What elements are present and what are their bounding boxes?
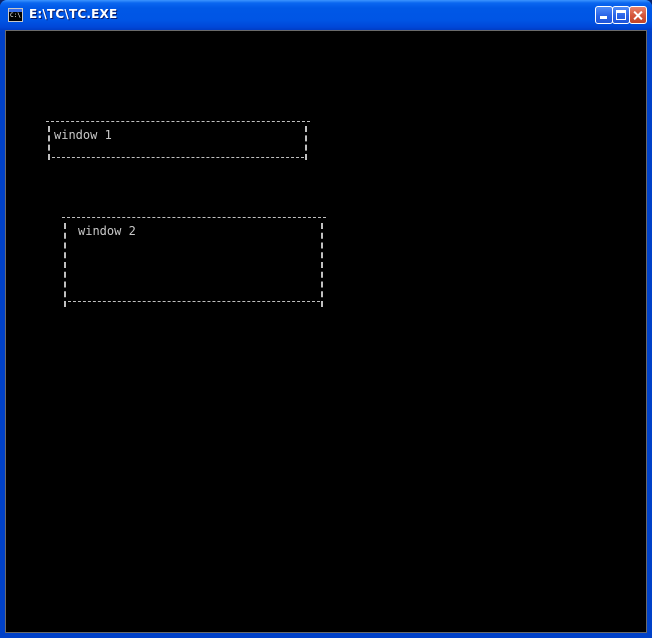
console-window: C:\ E:\TC\TC.EXE window 1 window 2 [0, 0, 652, 638]
text-window-1-right-border [305, 126, 307, 160]
text-window-2-title: window 2 [78, 224, 136, 238]
text-window-1-top-border [46, 121, 310, 122]
maximize-button[interactable] [612, 6, 630, 24]
text-window-1-bottom-border [52, 157, 304, 158]
text-window-2-left-border [64, 223, 66, 307]
console-output-area[interactable]: window 1 window 2 [5, 30, 647, 633]
text-window-2-top-border [62, 217, 326, 218]
close-icon [630, 7, 646, 23]
minimize-icon [596, 7, 612, 23]
close-button[interactable] [629, 6, 647, 24]
console-app-icon[interactable]: C:\ [8, 8, 23, 22]
text-window-2-right-border [321, 223, 323, 307]
window-title: E:\TC\TC.EXE [29, 7, 118, 21]
text-window-1-title: window 1 [54, 128, 112, 142]
text-window-2-bottom-border [68, 301, 320, 302]
text-window-1-left-border [48, 126, 50, 160]
maximize-icon [613, 7, 629, 23]
title-bar[interactable]: C:\ E:\TC\TC.EXE [0, 0, 652, 30]
minimize-button[interactable] [595, 6, 613, 24]
